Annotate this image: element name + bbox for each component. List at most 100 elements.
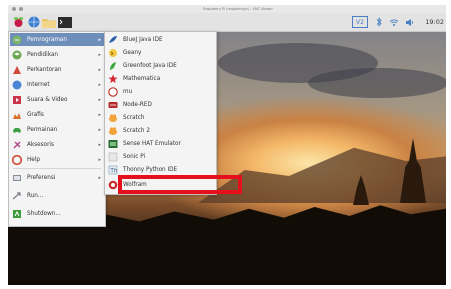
svg-text:Th: Th xyxy=(110,168,117,174)
mu-icon xyxy=(108,86,118,97)
menu-item-internet[interactable]: Internet ▸ xyxy=(10,78,104,91)
menu-item-pemrograman[interactable]: Pemrograman ▸ xyxy=(10,33,104,46)
help-icon xyxy=(12,154,22,165)
menu-item-label: Mathematica xyxy=(123,75,161,82)
programming-submenu: BlueJ Java IDE Geany Greenfoot Java IDE … xyxy=(104,31,217,195)
menu-item-label: Geany xyxy=(123,49,142,56)
menu-item-label: mu xyxy=(123,88,133,95)
submenu-arrow-icon: ▸ xyxy=(98,174,101,181)
menu-item-label: Sense HAT Emulator xyxy=(123,140,181,147)
close-window-dot[interactable] xyxy=(12,7,16,11)
web-browser-icon[interactable] xyxy=(28,16,40,28)
graphics-icon xyxy=(12,110,22,120)
menu-item-label: Pendidikan xyxy=(27,51,58,58)
menu-item-label: Aksesoris xyxy=(27,141,54,148)
menu-item-suara-video[interactable]: Suara & Video ▸ xyxy=(10,93,104,106)
menu-item-label: Greenfoot Java IDE xyxy=(123,62,177,69)
submenu-arrow-icon: ▸ xyxy=(98,81,101,88)
menu-item-label: Suara & Video xyxy=(27,96,68,103)
annotation-highlight-box xyxy=(118,175,242,194)
bluej-icon xyxy=(108,35,118,45)
menu-item-label: Scratch 2 xyxy=(123,127,150,134)
sound-video-icon xyxy=(12,95,22,105)
submenu-arrow-icon: ▸ xyxy=(98,36,101,43)
menu-item-label: Grafis xyxy=(27,111,44,118)
scratch-icon xyxy=(108,113,118,123)
thonny-icon: Th xyxy=(108,165,118,175)
menu-item-scratch-2[interactable]: Scratch 2 xyxy=(106,124,215,137)
menu-item-mu[interactable]: mu xyxy=(106,85,215,98)
menu-item-bluej[interactable]: BlueJ Java IDE xyxy=(106,33,215,46)
menu-item-perkantoran[interactable]: Perkantoran ▸ xyxy=(10,63,104,76)
internet-icon xyxy=(12,80,22,90)
menu-item-label: Help xyxy=(27,156,40,163)
menu-item-label: Perkantoran xyxy=(27,66,62,73)
volume-icon[interactable] xyxy=(404,16,416,28)
wolfram-icon xyxy=(108,180,118,190)
raspberry-menu-icon[interactable] xyxy=(12,16,24,28)
submenu-arrow-icon: ▸ xyxy=(98,111,101,118)
menu-item-preferensi[interactable]: Preferensi ▸ xyxy=(10,171,104,184)
menu-item-aksesoris[interactable]: Aksesoris ▸ xyxy=(10,138,104,151)
menu-item-label: Run... xyxy=(27,192,44,199)
menu-item-geany[interactable]: Geany xyxy=(106,46,215,59)
desktop: V2 19:02 Pemrograman ▸ Pendidikan ▸ Perk… xyxy=(8,13,446,285)
geany-icon xyxy=(108,48,118,58)
menu-item-label: Thonny Python IDE xyxy=(123,166,178,173)
menu-item-label: Sonic Pi xyxy=(123,153,146,160)
shutdown-icon xyxy=(12,209,22,219)
node-red-icon xyxy=(108,100,118,110)
run-icon xyxy=(12,191,22,201)
menu-item-label: Shutdown... xyxy=(27,210,61,217)
menu-item-label: Node-RED xyxy=(123,101,152,108)
menu-separator xyxy=(13,168,101,169)
menu-item-scratch[interactable]: Scratch xyxy=(106,111,215,124)
preferences-icon xyxy=(12,173,22,183)
menu-item-label: BlueJ Java IDE xyxy=(123,36,163,43)
vnc-tray-icon[interactable]: V2 xyxy=(352,16,368,28)
taskbar: V2 19:02 xyxy=(8,13,446,32)
minimize-window-dot[interactable] xyxy=(19,7,23,11)
menu-item-greenfoot[interactable]: Greenfoot Java IDE xyxy=(106,59,215,72)
vnc-window: Raspberry Pi (raspberrypi) - VNC Viewer … xyxy=(0,0,451,289)
wifi-icon[interactable] xyxy=(388,16,400,28)
menu-item-node-red[interactable]: Node-RED xyxy=(106,98,215,111)
programming-icon xyxy=(12,35,22,45)
menu-item-label: Permainan xyxy=(27,126,58,133)
submenu-arrow-icon: ▸ xyxy=(98,126,101,133)
menu-item-label: Internet xyxy=(27,81,50,88)
scratch2-icon xyxy=(108,126,118,136)
cloud-shape xyxy=(308,68,446,98)
submenu-arrow-icon: ▸ xyxy=(98,51,101,58)
sonic-pi-icon xyxy=(108,152,118,162)
games-icon xyxy=(12,125,22,135)
menu-item-run[interactable]: Run... xyxy=(10,189,104,202)
main-menu: Pemrograman ▸ Pendidikan ▸ Perkantoran ▸… xyxy=(8,31,106,227)
menu-item-grafis[interactable]: Grafis ▸ xyxy=(10,108,104,121)
mathematica-icon xyxy=(108,74,118,84)
menu-item-mathematica[interactable]: Mathematica xyxy=(106,72,215,85)
submenu-arrow-icon: ▸ xyxy=(98,66,101,73)
office-icon xyxy=(12,65,22,75)
menu-item-sense-hat[interactable]: Sense HAT Emulator xyxy=(106,137,215,150)
menu-item-permainan[interactable]: Permainan ▸ xyxy=(10,123,104,136)
menu-item-label: Preferensi xyxy=(27,174,56,181)
file-manager-icon[interactable] xyxy=(42,16,56,28)
window-title: Raspberry Pi (raspberrypi) - VNC Viewer xyxy=(203,7,273,11)
menu-item-shutdown[interactable]: Shutdown... xyxy=(10,207,104,220)
menu-item-label: Pemrograman xyxy=(27,36,68,43)
menu-item-help[interactable]: Help ▸ xyxy=(10,153,104,166)
accessories-icon xyxy=(12,140,22,150)
education-icon xyxy=(12,50,22,60)
greenfoot-icon xyxy=(108,61,118,71)
bluetooth-icon[interactable] xyxy=(374,16,384,28)
menu-item-sonic-pi[interactable]: Sonic Pi xyxy=(106,150,215,163)
sense-hat-icon xyxy=(108,139,118,149)
menu-item-pendidikan[interactable]: Pendidikan ▸ xyxy=(10,48,104,61)
clock: 19:02 xyxy=(425,18,444,26)
submenu-arrow-icon: ▸ xyxy=(98,96,101,103)
submenu-arrow-icon: ▸ xyxy=(98,141,101,148)
terminal-icon[interactable] xyxy=(58,16,72,28)
submenu-arrow-icon: ▸ xyxy=(98,156,101,163)
menu-item-label: Scratch xyxy=(123,114,145,121)
